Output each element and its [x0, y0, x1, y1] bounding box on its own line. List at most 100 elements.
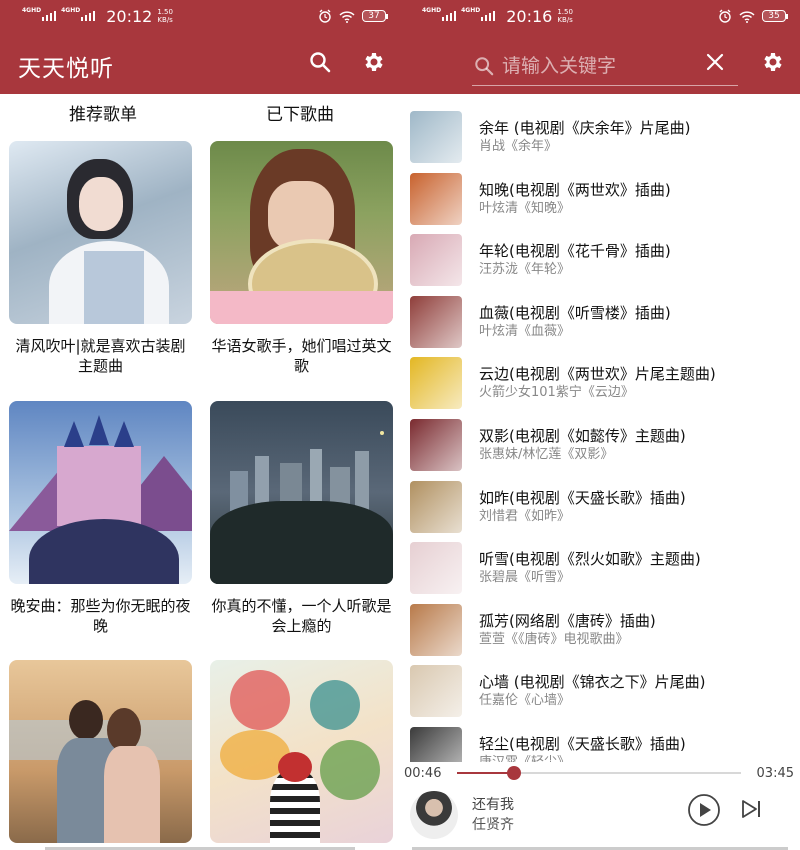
alarm-icon — [319, 9, 331, 23]
signal-icon-2 — [81, 11, 96, 21]
song-title: 血薇(电视剧《听雪楼》插曲) — [479, 303, 671, 322]
now-playing[interactable]: 还有我 任贤齐 — [410, 790, 790, 840]
song-thumbnail — [410, 111, 462, 163]
playlist-card[interactable] — [210, 660, 393, 843]
playlist-cover — [9, 401, 192, 584]
song-thumbnail — [410, 480, 462, 533]
settings-button[interactable] — [757, 46, 789, 78]
song-artist-album: 张惠妹/林忆莲《双影》 — [479, 447, 614, 462]
song-title: 余年 (电视剧《庆余年》片尾曲) — [479, 119, 691, 137]
song-row[interactable]: 知晚(电视剧《两世欢》插曲) 叶炫清《知晚》 — [410, 168, 790, 230]
tab-downloaded-songs[interactable]: 已下歌曲 — [210, 100, 390, 125]
playlist-title: 你真的不懂，一个人听歌是会上瘾的 — [211, 597, 392, 635]
playlist-card[interactable]: 晚安曲：那些为你无眠的夜晚 — [9, 401, 192, 636]
progress-track[interactable] — [457, 772, 741, 774]
song-artist-album: 刘惜君《如昨》 — [479, 508, 571, 524]
net-speed: 1.50 KB/s — [557, 8, 573, 24]
song-row[interactable]: 血薇(电视剧《听雪楼》插曲) 叶炫清《血薇》 — [410, 291, 790, 353]
net-speed-value: 1.50 — [557, 8, 573, 16]
song-row[interactable]: 双影(电视剧《如懿传》主题曲) 张惠妹/林忆莲《双影》 — [410, 414, 790, 476]
search-button[interactable] — [304, 46, 336, 78]
clock: 20:12 — [106, 6, 153, 26]
tab-recommended-playlists[interactable]: 推荐歌单 — [13, 100, 193, 125]
playlist-cover — [210, 401, 393, 584]
network-type-2: 4GHD — [61, 6, 81, 14]
song-title: 听雪(电视剧《烈火如歌》主题曲) — [479, 550, 701, 569]
song-title: 云边(电视剧《两世欢》片尾主题曲) — [479, 365, 716, 384]
net-speed-unit: KB/s — [157, 16, 173, 24]
song-thumbnail — [410, 603, 462, 656]
progress-thumb[interactable] — [506, 766, 521, 780]
network-type: 4GHD — [22, 6, 42, 14]
duration-time: 03:45 — [756, 766, 794, 781]
song-row[interactable]: 余年 (电视剧《庆余年》片尾曲) 肖战《余年》 — [410, 106, 790, 168]
now-playing-artist: 任贤齐 — [472, 817, 514, 833]
song-row[interactable]: 听雪(电视剧《烈火如歌》主题曲) 张碧晨《听雪》 — [410, 537, 790, 599]
search-input[interactable] — [502, 54, 682, 77]
battery-indicator: 35 — [762, 10, 788, 22]
home-screen: 4GHD 4GHD 20:12 1.50 KB/s 37 天天悦听 推荐歌单 已下… — [0, 0, 400, 850]
song-row[interactable]: 心墙 (电视剧《锦衣之下》片尾曲) 任嘉伦《心墙》 — [410, 660, 790, 722]
search-screen: 4GHD 4GHD 20:16 1.50KB/s 35 余年 (电视剧《庆余年》… — [400, 0, 800, 850]
gear-icon — [764, 53, 782, 71]
signal-icon — [42, 11, 57, 21]
playlist-title: 晚安曲：那些为你无眠的夜晚 — [10, 597, 191, 635]
song-row[interactable]: 云边(电视剧《两世欢》片尾主题曲) 火箭少女101紫宁《云边》 — [410, 352, 790, 414]
app-bar: 4GHD 4GHD 20:12 1.50 KB/s 37 天天悦听 — [0, 0, 400, 94]
song-title: 轻尘(电视剧《天盛长歌》插曲) — [479, 735, 686, 753]
song-row[interactable]: 如昨(电视剧《天盛长歌》插曲) 刘惜君《如昨》 — [410, 476, 790, 538]
song-artist-album: 汪苏泷《年轮》 — [479, 262, 571, 278]
playlist-cover — [9, 660, 192, 843]
next-button[interactable] — [736, 794, 766, 824]
search-icon — [310, 52, 331, 73]
playlist-card[interactable]: 华语女歌手，她们唱过英文歌 — [210, 141, 393, 376]
playlist-cover — [9, 141, 192, 324]
skip-next-icon — [742, 800, 760, 818]
status-bar: 4GHD 4GHD 20:12 1.50 KB/s 37 — [0, 0, 400, 32]
song-thumbnail — [410, 542, 462, 595]
song-row[interactable]: 年轮(电视剧《花千骨》插曲) 汪苏泷《年轮》 — [410, 229, 790, 291]
song-thumbnail — [410, 295, 462, 348]
signal-icon — [442, 11, 457, 21]
song-artist-album: 张碧晨《听雪》 — [479, 570, 571, 586]
song-artist-album: 叶炫清《血薇》 — [479, 323, 571, 339]
playlist-card[interactable]: 你真的不懂，一个人听歌是会上瘾的 — [210, 401, 393, 636]
close-icon — [706, 53, 724, 71]
search-icon — [475, 56, 494, 75]
song-thumbnail — [410, 234, 462, 287]
progress-fill — [457, 772, 514, 774]
play-icon — [688, 794, 720, 826]
song-title: 如昨(电视剧《天盛长歌》插曲) — [479, 488, 686, 507]
signal-icon-2 — [481, 11, 496, 21]
network-type: 4GHD — [422, 6, 442, 14]
clear-search-button[interactable] — [699, 46, 731, 78]
song-title: 双影(电视剧《如懿传》主题曲) — [479, 427, 686, 445]
now-playing-title: 还有我 — [472, 797, 514, 813]
elapsed-time: 00:46 — [404, 766, 442, 781]
settings-button[interactable] — [358, 46, 390, 78]
song-thumbnail — [410, 665, 462, 718]
app-title: 天天悦听 — [18, 56, 114, 82]
playlist-card[interactable]: 清风吹叶|就是喜欢古装剧主题曲 — [9, 141, 192, 376]
wifi-icon — [739, 10, 755, 23]
playlist-cover — [210, 660, 393, 843]
song-row[interactable]: 孤芳(网络剧《唐砖》插曲) 萱萱《《唐砖》电视歌曲》 — [410, 599, 790, 661]
song-thumbnail — [410, 357, 462, 410]
clock: 20:16 — [506, 6, 553, 26]
playlist-card[interactable] — [9, 660, 192, 843]
song-title: 年轮(电视剧《花千骨》插曲) — [479, 242, 671, 261]
net-speed-value: 1.50 — [157, 8, 173, 16]
song-artist-album: 肖战《余年》 — [479, 139, 558, 154]
song-title: 心墙 (电视剧《锦衣之下》片尾曲) — [479, 673, 706, 692]
search-app-bar: 4GHD 4GHD 20:16 1.50 KB/s 35 — [400, 0, 800, 94]
wifi-icon — [339, 10, 355, 23]
song-thumbnail — [410, 419, 462, 471]
playlist-title: 清风吹叶|就是喜欢古装剧主题曲 — [15, 337, 186, 375]
play-button[interactable] — [686, 792, 722, 828]
mini-player: 00:46 03:45 还有我 任贤齐 — [400, 762, 800, 850]
playlist-cover — [210, 141, 393, 324]
alarm-icon — [719, 9, 731, 23]
net-speed: 1.50 KB/s — [157, 8, 173, 24]
song-artist-album: 萱萱《《唐砖》电视歌曲》 — [479, 631, 629, 647]
album-art — [410, 791, 458, 839]
